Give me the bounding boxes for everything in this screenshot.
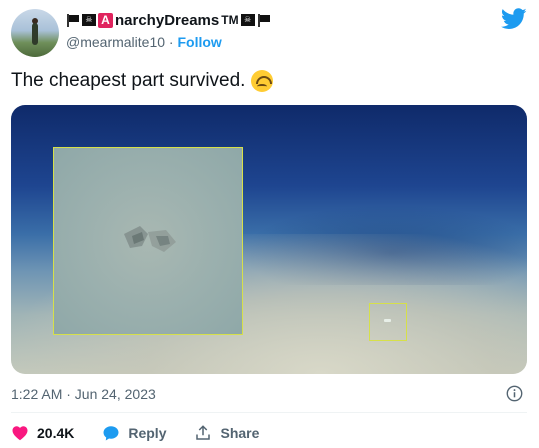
- reply-icon: [103, 426, 119, 441]
- black-flag-icon: [257, 13, 271, 27]
- share-label: Share: [220, 425, 260, 441]
- tweet-media-image[interactable]: [11, 105, 527, 374]
- like-button[interactable]: 20.4K: [11, 424, 74, 442]
- black-flag-icon: [66, 13, 80, 27]
- twitter-bird-icon[interactable]: [501, 8, 527, 30]
- info-icon[interactable]: [506, 385, 523, 402]
- display-name-text: narchyDreams: [115, 11, 220, 29]
- debris-icon: [124, 226, 176, 252]
- avatar-figure: [32, 23, 38, 45]
- upside-down-face-emoji-icon: [251, 70, 274, 92]
- pirate-flag-icon: ☠: [240, 14, 255, 26]
- letter-a-icon: A: [98, 12, 113, 28]
- share-button[interactable]: Share: [194, 424, 259, 442]
- tweet-body: The cheapest part survived.: [11, 70, 246, 91]
- reply-button[interactable]: Reply: [102, 424, 166, 442]
- highlight-box: [369, 303, 407, 341]
- handle[interactable]: @mearmalite10: [66, 34, 165, 50]
- zoomed-inset-box: [53, 147, 243, 335]
- display-name[interactable]: ☠ A narchyDreams TM ☠: [66, 11, 271, 29]
- follow-button[interactable]: Follow: [177, 34, 221, 50]
- handle-row: @mearmalite10 · Follow: [66, 34, 222, 50]
- pirate-flag-icon: ☠: [82, 14, 96, 26]
- separator: ·: [168, 34, 174, 50]
- tweet-text: The cheapest part survived.: [11, 70, 274, 92]
- share-icon: [196, 425, 211, 440]
- timestamp[interactable]: 1:22 AM · Jun 24, 2023: [11, 386, 156, 402]
- action-bar: 20.4K Reply Share: [11, 424, 259, 442]
- divider: [11, 412, 527, 413]
- trademark-text: TM: [221, 13, 239, 27]
- heart-icon: [12, 426, 28, 441]
- avatar[interactable]: [11, 9, 59, 57]
- reply-label: Reply: [128, 425, 167, 441]
- like-count: 20.4K: [37, 425, 75, 441]
